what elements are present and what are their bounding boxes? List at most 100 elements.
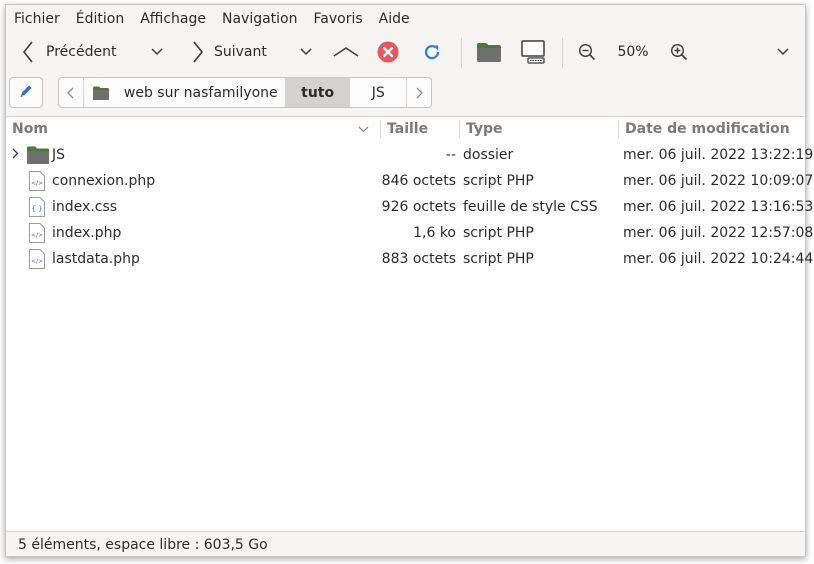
column-header-modified[interactable]: Date de modification [625,117,803,141]
forward-history-dropdown[interactable] [295,32,317,72]
column-header-label: Taille [387,121,429,137]
php-file-icon: </> [28,246,48,272]
menubar: Fichier Édition Affichage Navigation Fav… [6,5,805,32]
column-separator[interactable] [618,120,619,138]
chevron-down-icon [777,48,789,56]
file-type: feuille de style CSS [463,199,598,215]
reload-icon [423,43,441,61]
folder-icon [476,41,502,63]
file-type: script PHP [463,225,534,241]
location-bar: web sur nasfamilyone tuto JS [6,75,805,111]
column-header-size[interactable]: Taille [387,117,457,141]
chevron-down-icon [300,48,312,56]
view-menu-button[interactable] [772,32,794,72]
forward-label: Suivant [214,44,267,60]
breadcrumb-item-web[interactable]: web sur nasfamilyone [82,78,285,107]
status-bar: 5 éléments, espace libre : 603,5 Go [6,533,805,556]
sort-indicator [358,117,374,141]
breadcrumb-item-tuto[interactable]: tuto [284,78,350,107]
chevron-right-icon [192,41,204,63]
menu-navigation[interactable]: Navigation [214,11,306,27]
stop-button[interactable] [375,32,401,72]
file-name: JS [52,147,66,163]
svg-text:</>: </> [31,232,43,239]
folder-icon [26,142,50,168]
file-row[interactable]: JS -- dossier mer. 06 juil. 2022 13:22:1… [6,142,813,168]
chevron-up-icon [333,46,359,58]
status-text: 5 éléments, espace libre : 603,5 Go [18,536,268,553]
file-size: 883 octets [381,251,456,267]
file-modified: mer. 06 juil. 2022 13:22:19 [623,147,814,163]
home-folder-button[interactable] [475,32,503,72]
zoom-level[interactable]: 50% [612,32,654,72]
toolbar: Précédent Suivant 50% [6,32,805,72]
chevron-down-icon [358,121,369,137]
file-row[interactable]: </> connexion.php 846 octets script PHP … [6,168,813,194]
zoom-out-icon [578,43,596,61]
svg-text:</>: </> [31,180,43,187]
menu-favoris[interactable]: Favoris [306,11,371,27]
file-name: lastdata.php [52,251,140,267]
column-separator[interactable] [459,120,460,138]
column-header-label: Date de modification [625,121,790,137]
file-size: 1,6 ko [413,225,456,241]
svg-text:</>: </> [31,258,43,265]
menu-edition[interactable]: Édition [68,11,132,27]
file-name: index.css [52,199,118,215]
file-type: script PHP [463,173,534,189]
zoom-out-button[interactable] [575,32,599,72]
menu-affichage[interactable]: Affichage [132,11,214,27]
zoom-in-icon [670,43,688,61]
zoom-level-label: 50% [617,44,649,60]
column-header-label: Type [466,121,503,137]
file-name: connexion.php [52,173,156,189]
toolbar-separator [562,38,563,68]
computer-icon [520,40,546,64]
breadcrumb-label: web sur nasfamilyone [123,84,278,101]
menu-fichier[interactable]: Fichier [6,11,68,27]
chevron-down-icon [151,48,163,56]
svg-text:{ }: { } [31,205,42,213]
back-label: Précédent [46,44,117,60]
expand-row-button[interactable] [12,142,22,168]
php-file-icon: </> [28,168,48,194]
back-label-button[interactable]: Précédent [46,32,136,72]
toolbar-separator [461,38,462,68]
breadcrumb-item-js[interactable]: JS [349,78,406,107]
file-size: -- [445,147,456,163]
column-separator[interactable] [380,120,381,138]
file-row[interactable]: </> index.php 1,6 ko script PHP mer. 06 … [6,220,813,246]
file-size: 846 octets [381,173,456,189]
menu-aide[interactable]: Aide [371,11,418,27]
css-file-icon: { } [28,194,48,220]
file-modified: mer. 06 juil. 2022 10:24:44 [623,251,814,267]
column-header-label: Nom [12,121,48,137]
file-manager-window: Fichier Édition Affichage Navigation Fav… [5,4,813,557]
breadcrumb-scroll-right[interactable] [406,78,431,107]
breadcrumb-label: tuto [301,84,335,101]
file-modified: mer. 06 juil. 2022 10:09:07 [623,173,814,189]
chevron-right-icon [12,147,19,163]
reload-button[interactable] [419,32,445,72]
file-type: dossier [463,147,514,163]
file-list: Nom Taille Type Date de modification JS … [6,116,813,532]
column-header-name[interactable]: Nom [12,117,372,141]
pencil-icon [18,83,34,103]
file-size: 926 octets [381,199,456,215]
breadcrumb-label: JS [371,84,385,101]
breadcrumb-scroll-left[interactable] [59,78,83,107]
zoom-in-button[interactable] [667,32,691,72]
computer-button[interactable] [519,32,547,72]
folder-icon [92,85,110,101]
php-file-icon: </> [28,220,48,246]
parent-folder-button[interactable] [332,32,360,72]
file-row[interactable]: { } index.css 926 octets feuille de styl… [6,194,813,220]
chevron-left-icon [22,41,34,63]
back-history-dropdown[interactable] [146,32,168,72]
file-row[interactable]: </> lastdata.php 883 octets script PHP m… [6,246,813,272]
edit-location-button[interactable] [9,77,43,108]
column-header-type[interactable]: Type [466,117,616,141]
forward-label-button[interactable]: Suivant [214,32,284,72]
back-button[interactable] [18,32,38,72]
forward-button[interactable] [188,32,208,72]
